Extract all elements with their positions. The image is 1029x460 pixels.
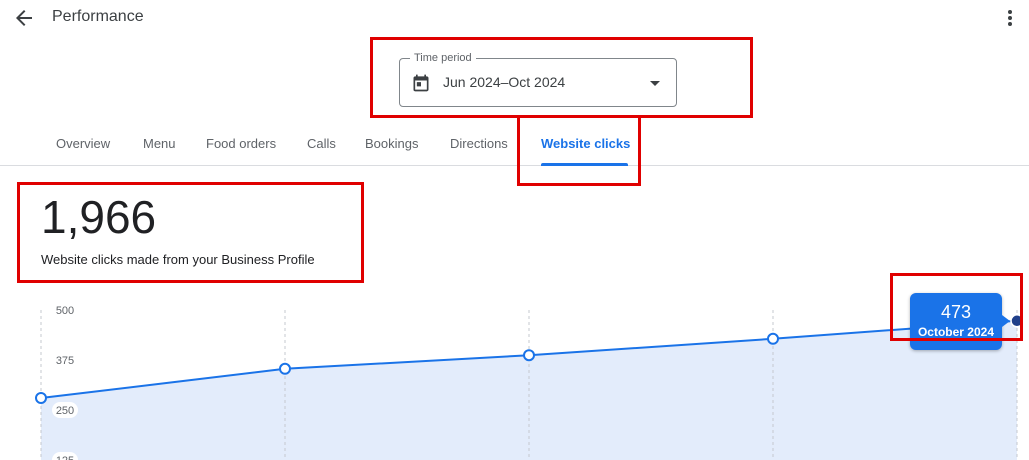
tab-bookings[interactable]: Bookings xyxy=(365,136,418,151)
dropdown-arrow-icon xyxy=(650,81,660,86)
calendar-icon xyxy=(413,74,429,92)
chart-point xyxy=(35,392,47,404)
tab-menu[interactable]: Menu xyxy=(143,136,176,151)
chart-point xyxy=(767,332,779,345)
chart-tooltip: 473 October 2024 xyxy=(910,293,1010,350)
tab-calls[interactable]: Calls xyxy=(307,136,336,151)
more-options-button[interactable] xyxy=(998,6,1022,30)
time-period-value: Jun 2024–Oct 2024 xyxy=(443,74,566,90)
page-title: Performance xyxy=(52,8,144,25)
y-tick-label: 250 xyxy=(56,405,74,417)
chart-point xyxy=(279,362,291,375)
chart-point-selected xyxy=(1010,314,1024,328)
arrow-back-icon xyxy=(16,10,32,26)
y-tick-label: 500 xyxy=(56,305,74,317)
time-period-label: Time period xyxy=(410,51,476,65)
back-button[interactable] xyxy=(12,6,36,30)
y-tick-label: 125 xyxy=(56,455,74,460)
total-clicks-value: 1,966 xyxy=(41,191,157,243)
tab-food-orders[interactable]: Food orders xyxy=(206,136,276,151)
top-bar: Performance xyxy=(0,0,1029,36)
y-tick-label: 375 xyxy=(56,355,74,367)
metric-tabs: Overview Menu Food orders Calls Bookings… xyxy=(0,124,1029,166)
total-clicks-description: Website clicks made from your Business P… xyxy=(41,252,315,267)
tooltip-label: October 2024 xyxy=(917,325,995,339)
tab-overview[interactable]: Overview xyxy=(56,136,110,151)
time-period-select[interactable]: Time period Jun 2024–Oct 2024 xyxy=(399,51,677,107)
website-clicks-chart: 500 375 250 125 xyxy=(35,302,1024,460)
tab-directions[interactable]: Directions xyxy=(450,136,508,151)
tab-website-clicks[interactable]: Website clicks xyxy=(541,136,630,151)
tooltip-value: 473 xyxy=(940,302,972,322)
more-vert-icon xyxy=(1008,10,1012,26)
active-tab-indicator xyxy=(541,163,628,166)
chart-point xyxy=(523,349,535,362)
